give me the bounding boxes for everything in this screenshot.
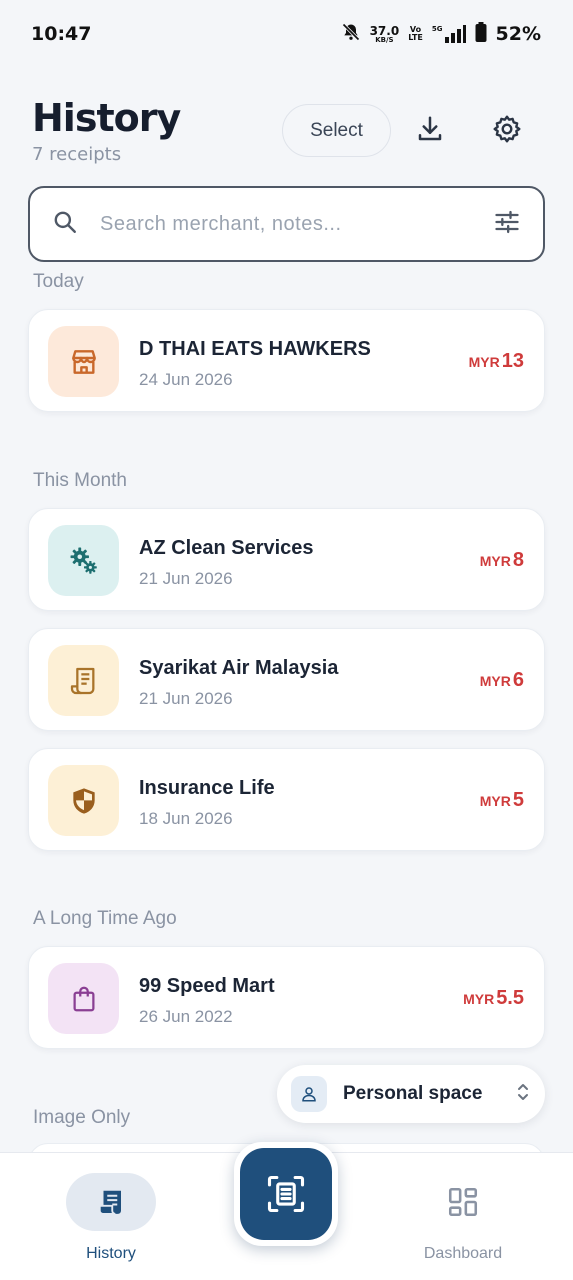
bill-icon xyxy=(48,645,119,716)
status-time: 10:47 xyxy=(31,23,92,45)
nav-history[interactable]: History xyxy=(66,1173,156,1263)
nav-history-label: History xyxy=(86,1245,136,1262)
merchant-name: Syarikat Air Malaysia xyxy=(139,657,339,679)
receipt-amount: MYR 13 xyxy=(468,350,524,372)
receipt-date: 24 Jun 2026 xyxy=(139,370,233,389)
person-icon xyxy=(291,1076,327,1112)
merchant-name: AZ Clean Services xyxy=(139,537,314,559)
shield-icon xyxy=(48,765,119,836)
merchant-name: Insurance Life xyxy=(139,777,275,799)
volte-indicator: Vo LTE xyxy=(408,25,423,42)
receipt-card[interactable]: 99 Speed Mart 26 Jun 2022 MYR 5.5 xyxy=(28,946,545,1049)
receipt-date: 26 Jun 2022 xyxy=(139,1007,233,1026)
search-icon xyxy=(52,209,78,239)
nav-dashboard[interactable]: Dashboard xyxy=(408,1173,518,1263)
download-icon[interactable] xyxy=(413,112,447,146)
chevron-up-down-icon xyxy=(515,1080,531,1108)
receipt-date: 21 Jun 2026 xyxy=(139,689,233,708)
receipt-count: 7 receipts xyxy=(32,144,122,165)
scan-document-icon xyxy=(240,1148,332,1240)
battery-icon xyxy=(475,22,487,46)
receipt-card[interactable]: AZ Clean Services 21 Jun 2026 MYR 8 xyxy=(28,508,545,611)
merchant-name: D THAI EATS HAWKERS xyxy=(139,338,371,360)
battery-percent: 52% xyxy=(495,23,541,45)
space-label: Personal space xyxy=(343,1083,483,1104)
filter-sliders-icon[interactable] xyxy=(493,208,521,240)
dashboard-grid-icon xyxy=(434,1173,492,1231)
space-switcher[interactable]: Personal space xyxy=(277,1065,545,1123)
receipt-amount: MYR 6 xyxy=(479,669,524,691)
page-header: History 7 receipts xyxy=(32,96,181,165)
settings-gear-icon[interactable] xyxy=(490,112,524,146)
section-image-only: Image Only xyxy=(33,1107,131,1128)
scan-receipt-button[interactable] xyxy=(234,1142,338,1246)
receipt-card[interactable]: Insurance Life 18 Jun 2026 MYR 5 xyxy=(28,748,545,851)
merchant-name: 99 Speed Mart xyxy=(139,975,275,997)
section-long-ago: A Long Time Ago xyxy=(33,908,177,929)
section-this-month: This Month xyxy=(33,470,127,491)
status-bar: 10:47 37.0 KB/S Vo LTE 5G 52% xyxy=(0,0,573,68)
status-icons: 37.0 KB/S Vo LTE 5G 52% xyxy=(341,22,541,46)
signal-icon: 5G xyxy=(432,25,466,43)
search-input[interactable] xyxy=(100,212,493,236)
receipt-date: 18 Jun 2026 xyxy=(139,809,233,828)
receipt-amount: MYR 5.5 xyxy=(463,987,524,1009)
page-title: History xyxy=(32,96,181,140)
section-today: Today xyxy=(33,271,84,292)
net-speed: 37.0 KB/S xyxy=(369,23,400,44)
nav-dashboard-label: Dashboard xyxy=(423,1245,503,1262)
store-icon xyxy=(48,326,119,397)
receipt-history-icon xyxy=(66,1173,156,1231)
receipt-card[interactable]: D THAI EATS HAWKERS 24 Jun 2026 MYR 13 xyxy=(28,309,545,412)
select-button[interactable]: Select xyxy=(282,104,391,157)
receipt-card[interactable]: Syarikat Air Malaysia 21 Jun 2026 MYR 6 xyxy=(28,628,545,731)
gears-icon xyxy=(48,525,119,596)
receipt-amount: MYR 5 xyxy=(479,789,524,811)
bell-muted-icon xyxy=(341,22,361,46)
receipt-amount: MYR 8 xyxy=(479,549,524,571)
receipt-date: 21 Jun 2026 xyxy=(139,569,233,588)
search-bar xyxy=(28,186,545,262)
shopping-bag-icon xyxy=(48,963,119,1034)
